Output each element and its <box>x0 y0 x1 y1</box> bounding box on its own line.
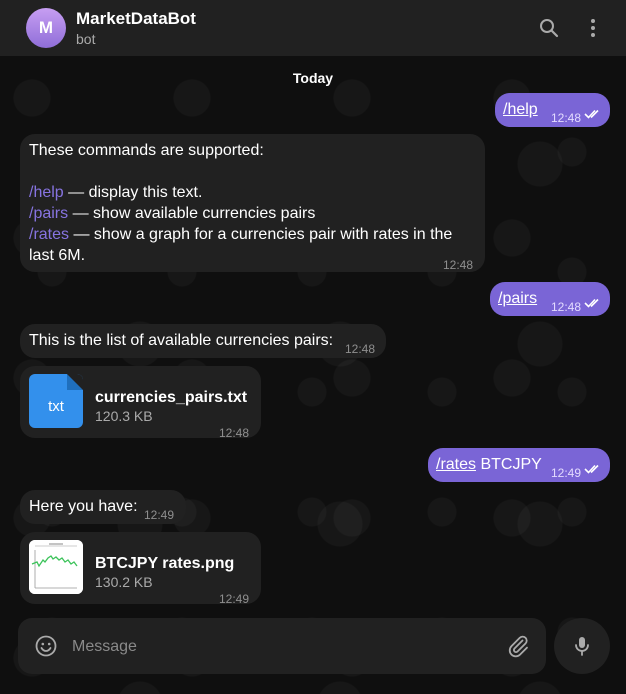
incoming-message[interactable]: Here you have: 12:49 <box>20 490 186 524</box>
file-size: 120.3 KB <box>95 408 153 424</box>
message-time: 12:49 <box>144 508 175 522</box>
command-link[interactable]: /help <box>29 184 64 201</box>
message-time: 12:48 <box>219 426 250 440</box>
file-extension: txt <box>48 398 64 415</box>
search-icon[interactable] <box>537 16 561 40</box>
command-link[interactable]: /rates <box>29 226 69 243</box>
double-check-icon <box>584 109 599 119</box>
message-text: Here you have: <box>29 498 138 515</box>
message-input[interactable] <box>70 618 494 676</box>
image-thumbnail[interactable] <box>29 540 83 594</box>
incoming-file-message[interactable]: BTCJPY rates.png 130.2 KB 12:49 <box>20 532 261 606</box>
incoming-file-message[interactable]: txt currencies_pairs.txt 120.3 KB 12:48 <box>20 366 261 440</box>
chat-header: M MarketDataBot bot <box>0 0 626 56</box>
chat-subtitle: bot <box>76 31 96 47</box>
message-composer <box>18 618 546 676</box>
file-name[interactable]: currencies_pairs.txt <box>95 387 247 408</box>
message-time: 12:49 <box>219 592 250 606</box>
incoming-message[interactable]: These commands are supported: /help — di… <box>20 134 485 272</box>
outgoing-message[interactable]: /help 12:48 <box>495 93 610 127</box>
double-check-icon <box>584 298 599 308</box>
message-list[interactable]: Today /help 12:48 These commands are sup… <box>0 56 626 694</box>
message-line: /pairs — show available currencies pairs <box>29 205 316 222</box>
message-line: /help — display this text. <box>29 184 203 201</box>
file-size: 130.2 KB <box>95 574 153 590</box>
message-text: This is the list of available currencies… <box>29 332 334 349</box>
command-link[interactable]: /pairs <box>29 205 68 222</box>
command-link[interactable]: /rates <box>436 456 476 473</box>
incoming-message[interactable]: This is the list of available currencies… <box>20 324 386 358</box>
message-text: /rates BTCJPY <box>436 456 542 473</box>
message-time: 12:48 <box>443 258 474 272</box>
attach-icon[interactable] <box>506 634 530 658</box>
message-time: 12:48 <box>551 111 582 125</box>
command-link[interactable]: /help <box>503 99 538 120</box>
message-time: 12:49 <box>551 466 582 480</box>
avatar[interactable]: M <box>26 8 66 48</box>
file-icon[interactable]: txt <box>29 374 83 428</box>
message-line: These commands are supported: <box>29 142 264 159</box>
emoji-icon[interactable] <box>34 634 58 658</box>
outgoing-message[interactable]: /pairs 12:48 <box>490 282 610 316</box>
date-separator: Today <box>292 70 334 86</box>
message-time: 12:48 <box>551 300 582 314</box>
outgoing-message[interactable]: /rates BTCJPY 12:49 <box>428 448 610 482</box>
chat-title[interactable]: MarketDataBot <box>76 9 196 29</box>
file-name[interactable]: BTCJPY rates.png <box>95 553 234 574</box>
more-vertical-icon[interactable] <box>581 16 605 40</box>
mic-icon <box>575 637 589 656</box>
message-line: /rates — show a graph for a currencies p… <box>29 226 453 243</box>
message-time: 12:48 <box>345 342 376 356</box>
double-check-icon <box>584 464 599 474</box>
command-link[interactable]: /pairs <box>498 288 537 309</box>
message-line: last 6M. <box>29 247 86 264</box>
voice-record-button[interactable] <box>554 618 610 674</box>
